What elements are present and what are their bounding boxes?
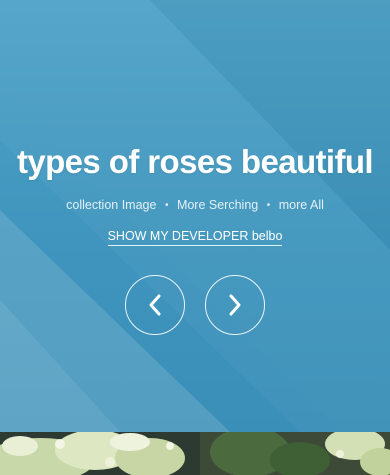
meta-more-serching[interactable]: More Serching xyxy=(177,198,258,212)
slider-controls xyxy=(0,275,390,340)
next-slide-button[interactable] xyxy=(205,275,266,335)
page-title: types of roses beautiful xyxy=(16,143,374,180)
chevron-right-icon xyxy=(229,294,241,316)
meta-more-all[interactable]: more All xyxy=(279,198,324,212)
flower-image xyxy=(0,432,390,475)
meta-separator: • xyxy=(164,200,169,211)
chevron-left-icon xyxy=(149,294,161,316)
meta-separator: • xyxy=(266,200,271,211)
meta-collection-image[interactable]: collection Image xyxy=(66,198,156,212)
prev-slide-button[interactable] xyxy=(124,275,185,335)
hero-banner: types of roses beautiful collection Imag… xyxy=(0,0,390,432)
diagonal-background-shapes xyxy=(0,0,390,432)
meta-links: collection Image • More Serching • more … xyxy=(0,198,390,212)
developer-link-wrapper: SHOW MY DEVELOPER belbo xyxy=(0,227,390,246)
developer-link[interactable]: SHOW MY DEVELOPER belbo xyxy=(107,229,283,246)
hydrangea-photo xyxy=(0,432,390,475)
